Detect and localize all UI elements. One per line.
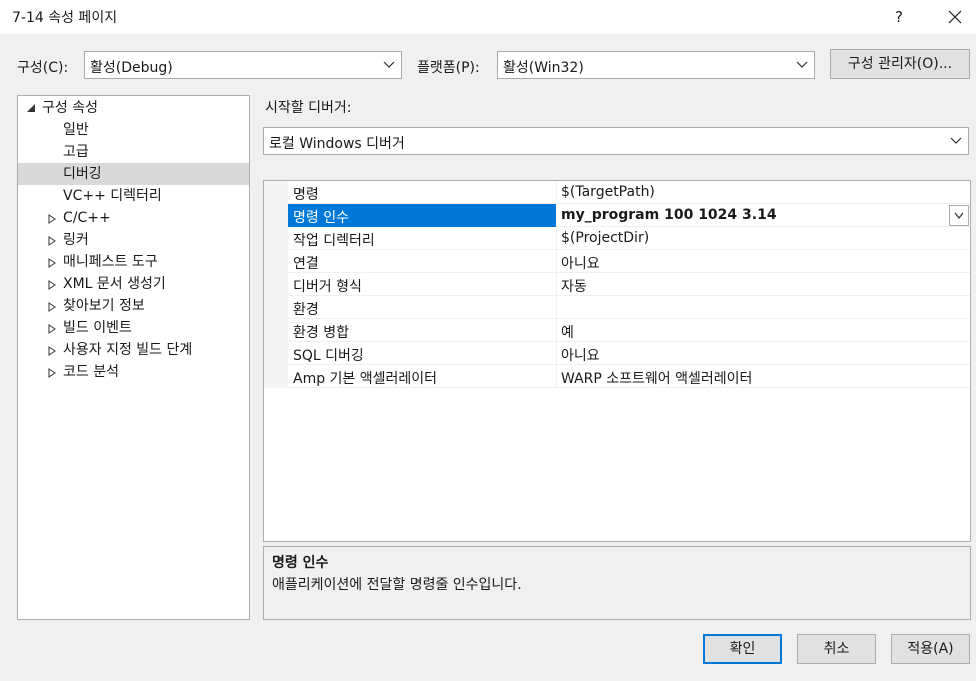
collapsed-triangle-icon[interactable]: [47, 229, 59, 251]
tree-item-general[interactable]: 일반: [18, 119, 249, 141]
tree-root-label: 구성 속성: [42, 100, 98, 116]
chevron-down-icon: [950, 137, 962, 144]
column-separator: [556, 227, 557, 250]
property-name: 환경 병합: [293, 325, 349, 341]
column-separator: [556, 319, 557, 342]
tree-item-label: 빌드 이벤트: [63, 320, 132, 336]
property-value[interactable]: WARP 소프트웨어 액셀러레이터: [561, 368, 752, 388]
tree-item-cpp[interactable]: C/C++: [18, 207, 249, 229]
property-name: Amp 기본 액셀러레이터: [293, 371, 438, 387]
description-title: 명령 인수: [272, 555, 329, 571]
tree-item-label: 사용자 지정 빌드 단계: [63, 342, 193, 358]
chevron-down-icon: [796, 61, 808, 68]
close-icon[interactable]: [938, 2, 972, 32]
property-row-command[interactable]: 명령 $(TargetPath): [288, 181, 970, 204]
platform-select[interactable]: 활성(Win32): [497, 51, 815, 79]
column-separator: [556, 250, 557, 273]
tree-item-label: 고급: [63, 144, 89, 160]
property-name: 디버거 형식: [293, 279, 362, 295]
property-grid: 명령 $(TargetPath) 명령 인수 my_program 100 10…: [263, 180, 971, 542]
description-panel: 명령 인수 애플리케이션에 전달할 명령줄 인수입니다.: [263, 546, 971, 620]
property-value[interactable]: 아니요: [561, 345, 600, 365]
title-bar: 7-14 속성 페이지 ?: [0, 0, 976, 34]
tree-item-xml-doc-generator[interactable]: XML 문서 생성기: [18, 273, 249, 295]
property-value[interactable]: 예: [561, 322, 574, 342]
column-separator: [556, 273, 557, 296]
config-manager-button[interactable]: 구성 관리자(O)...: [830, 49, 970, 79]
collapsed-triangle-icon[interactable]: [47, 207, 59, 229]
collapsed-triangle-icon[interactable]: [47, 361, 59, 383]
property-name: 연결: [293, 256, 319, 272]
property-row-attach[interactable]: 연결 아니요: [288, 250, 970, 273]
config-select-value: 활성(Debug): [90, 60, 173, 76]
tree-item-code-analysis[interactable]: 코드 분석: [18, 361, 249, 383]
tree-item-label: 일반: [63, 122, 89, 138]
collapsed-triangle-icon[interactable]: [47, 317, 59, 339]
tree-item-custom-build-step[interactable]: 사용자 지정 빌드 단계: [18, 339, 249, 361]
debugger-select[interactable]: 로컬 Windows 디버거: [263, 127, 969, 155]
apply-button[interactable]: 적용(A): [891, 634, 970, 664]
expanded-triangle-icon[interactable]: [26, 97, 38, 119]
tree-item-label: C/C++: [63, 210, 111, 226]
chevron-down-icon: [383, 61, 395, 68]
platform-select-value: 활성(Win32): [503, 60, 584, 76]
help-button[interactable]: ?: [884, 4, 914, 30]
collapsed-triangle-icon[interactable]: [47, 273, 59, 295]
property-value[interactable]: 자동: [561, 276, 587, 296]
tree-item-label: 디버깅: [63, 166, 102, 182]
tree-item-manifest-tool[interactable]: 매니페스트 도구: [18, 251, 249, 273]
debugger-label: 시작할 디버거:: [265, 100, 352, 116]
collapsed-triangle-icon[interactable]: [47, 295, 59, 317]
tree-item-vc-directories[interactable]: VC++ 디렉터리: [18, 185, 249, 207]
property-row-working-directory[interactable]: 작업 디렉터리 $(ProjectDir): [288, 227, 970, 250]
property-name: SQL 디버깅: [293, 348, 364, 364]
description-text: 애플리케이션에 전달할 명령줄 인수입니다.: [272, 577, 522, 593]
property-dropdown-button[interactable]: [949, 205, 969, 226]
property-row-amp-accelerator[interactable]: Amp 기본 액셀러레이터 WARP 소프트웨어 액셀러레이터: [288, 365, 970, 388]
config-label: 구성(C):: [17, 60, 69, 76]
config-select[interactable]: 활성(Debug): [84, 51, 402, 79]
tree-item-label: 매니페스트 도구: [63, 254, 158, 270]
property-name: 명령: [293, 187, 319, 203]
grid-gutter: [264, 181, 288, 388]
property-row-debugger-type[interactable]: 디버거 형식 자동: [288, 273, 970, 296]
tree-item-browse-info[interactable]: 찾아보기 정보: [18, 295, 249, 317]
column-separator: [556, 365, 557, 388]
tree-item-advanced[interactable]: 고급: [18, 141, 249, 163]
window-title: 7-14 속성 페이지: [12, 10, 118, 26]
ok-button[interactable]: 확인: [703, 634, 782, 664]
chevron-down-icon: [954, 212, 964, 219]
property-value[interactable]: $(ProjectDir): [561, 230, 649, 246]
property-value[interactable]: $(TargetPath): [561, 184, 655, 200]
cancel-button[interactable]: 취소: [797, 634, 876, 664]
property-name: 명령 인수: [293, 210, 349, 226]
platform-label: 플랫폼(P):: [417, 60, 480, 76]
tree-item-label: 코드 분석: [63, 364, 119, 380]
tree-root[interactable]: 구성 속성: [18, 97, 249, 119]
config-tree: 구성 속성 일반 고급 디버깅 VC++ 디렉터리 C/C++ 링커 매니페스트…: [17, 95, 250, 620]
property-row-merge-environment[interactable]: 환경 병합 예: [288, 319, 970, 342]
tree-item-linker[interactable]: 링커: [18, 229, 249, 251]
property-row-sql-debugging[interactable]: SQL 디버깅 아니요: [288, 342, 970, 365]
property-name: 작업 디렉터리: [293, 233, 375, 249]
debugger-select-value: 로컬 Windows 디버거: [269, 136, 405, 152]
column-separator: [556, 181, 557, 204]
tree-item-label: VC++ 디렉터리: [63, 188, 162, 204]
property-row-environment[interactable]: 환경: [288, 296, 970, 319]
property-name: 환경: [293, 302, 319, 318]
property-value[interactable]: 아니요: [561, 253, 600, 273]
column-separator: [556, 296, 557, 319]
tree-item-debugging[interactable]: 디버깅: [18, 163, 249, 185]
tree-item-label: XML 문서 생성기: [63, 276, 166, 292]
column-separator: [556, 342, 557, 365]
tree-item-label: 링커: [63, 232, 89, 248]
collapsed-triangle-icon[interactable]: [47, 251, 59, 273]
tree-item-label: 찾아보기 정보: [63, 298, 145, 314]
tree-item-build-events[interactable]: 빌드 이벤트: [18, 317, 249, 339]
property-row-command-arguments[interactable]: 명령 인수 my_program 100 1024 3.14: [288, 204, 970, 227]
collapsed-triangle-icon[interactable]: [47, 339, 59, 361]
property-value-input[interactable]: my_program 100 1024 3.14: [561, 207, 777, 223]
